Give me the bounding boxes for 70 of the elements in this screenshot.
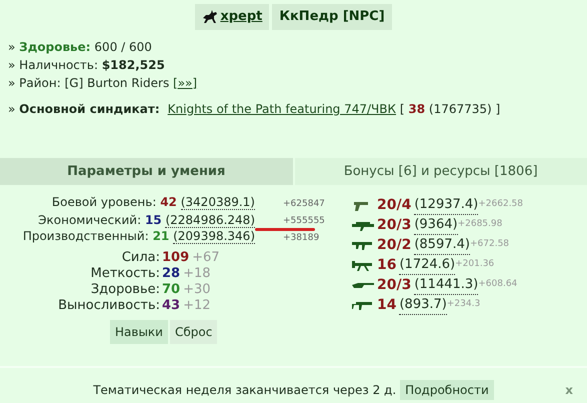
tab[interactable]: Параметры и умения — [0, 158, 292, 185]
level-value: 42 — [160, 195, 177, 210]
experience-value: (2284986.248) — [165, 213, 255, 228]
weapon-experience: (8597.4) — [414, 234, 470, 256]
experience-value: (209398.346) — [173, 229, 255, 244]
npc-button[interactable]: КкПедр [NPC] — [272, 4, 392, 30]
syndicate-label: Основной синдикат: — [19, 102, 160, 116]
tab[interactable]: Бонусы [6] и ресурсы [1806] — [294, 158, 587, 185]
syndicate-level: 38 — [408, 102, 426, 116]
weapon-level: 16 — [377, 256, 396, 274]
reset-button[interactable]: Сброс — [170, 320, 218, 344]
experience-gain: +38189 — [283, 232, 320, 245]
info-label: Наличность: — [19, 58, 98, 72]
stat-label: Здоровье: — [90, 281, 160, 300]
level-label: Экономический: — [38, 213, 142, 228]
weapon-experience: (1724.6) — [399, 254, 456, 276]
stat-bonus: +67 — [192, 249, 220, 267]
weapon-level: 20/3 — [377, 276, 412, 294]
weapon-experience: (11441.3) — [414, 274, 478, 296]
district-link[interactable]: [»»] — [173, 76, 198, 90]
bullet-marker: » — [8, 102, 16, 116]
weapon-gain: +608.64 — [478, 278, 518, 292]
weapon-level: 20/4 — [377, 196, 412, 214]
bracket: ] — [496, 102, 500, 116]
info-label: Район: — [19, 76, 61, 90]
info-label: Здоровье: — [19, 40, 91, 54]
shotgun-icon — [352, 300, 374, 310]
info-value: [G] Burton Riders — [64, 76, 170, 90]
stat-value: 109 — [162, 249, 190, 267]
weapon-experience: (893.7) — [399, 294, 447, 316]
stat-label: Выносливость: — [57, 297, 160, 316]
skills-button[interactable]: Навыки — [110, 320, 168, 344]
weapon-experience: (9364) — [414, 214, 458, 236]
experience-gain: +555555 — [283, 215, 326, 228]
stat-bonus: +18 — [183, 265, 211, 283]
stat-bonus: +12 — [183, 297, 211, 316]
bracket: [ — [400, 102, 405, 116]
info-value: 600 / 600 — [94, 40, 152, 54]
smg-icon — [352, 240, 374, 250]
weapon-gain: +2662.58 — [478, 198, 524, 212]
weapon-gain: +672.58 — [470, 238, 510, 252]
weapon-level: 20/2 — [377, 236, 412, 254]
details-link[interactable]: Подробности — [400, 380, 494, 400]
weapon-gain: +201.36 — [455, 258, 494, 272]
level-value: 15 — [144, 213, 162, 228]
notice-text: Тематическая неделя заканчивается через 2 д. — [93, 382, 396, 399]
stat-label: Меткость: — [90, 265, 160, 283]
stat-value: 70 — [162, 281, 180, 299]
bullet-marker: » — [8, 76, 16, 90]
stat-label: Сила: — [120, 249, 160, 268]
weapon-gain: +2685.98 — [458, 218, 502, 232]
stat-bonus: +30 — [183, 281, 211, 299]
weapon-experience: (12937.4) — [414, 194, 478, 216]
weapon-gain: +234.3 — [446, 298, 480, 312]
weapon-level: 20/3 — [377, 216, 412, 234]
stat-value: 28 — [162, 265, 180, 283]
bullet-marker: » — [8, 58, 16, 72]
bullet-marker: » — [8, 40, 16, 54]
stat-value: 43 — [162, 297, 180, 316]
machine-gun-icon — [352, 260, 374, 270]
experience-value: (3420389.1) — [180, 195, 255, 210]
syndicate-link[interactable]: Knights of the Path featuring 747/ЧВК — [168, 102, 396, 116]
info-value: $182,525 — [102, 58, 165, 72]
launcher-icon — [352, 220, 374, 230]
experience-gain: +625847 — [283, 198, 326, 211]
level-value: 21 — [152, 229, 170, 244]
weapon-level: 14 — [377, 296, 396, 314]
level-label: Боевой уровень: — [52, 195, 156, 210]
level-label: Производственный: — [22, 229, 149, 244]
syndicate-points: (1767735) — [428, 102, 492, 116]
